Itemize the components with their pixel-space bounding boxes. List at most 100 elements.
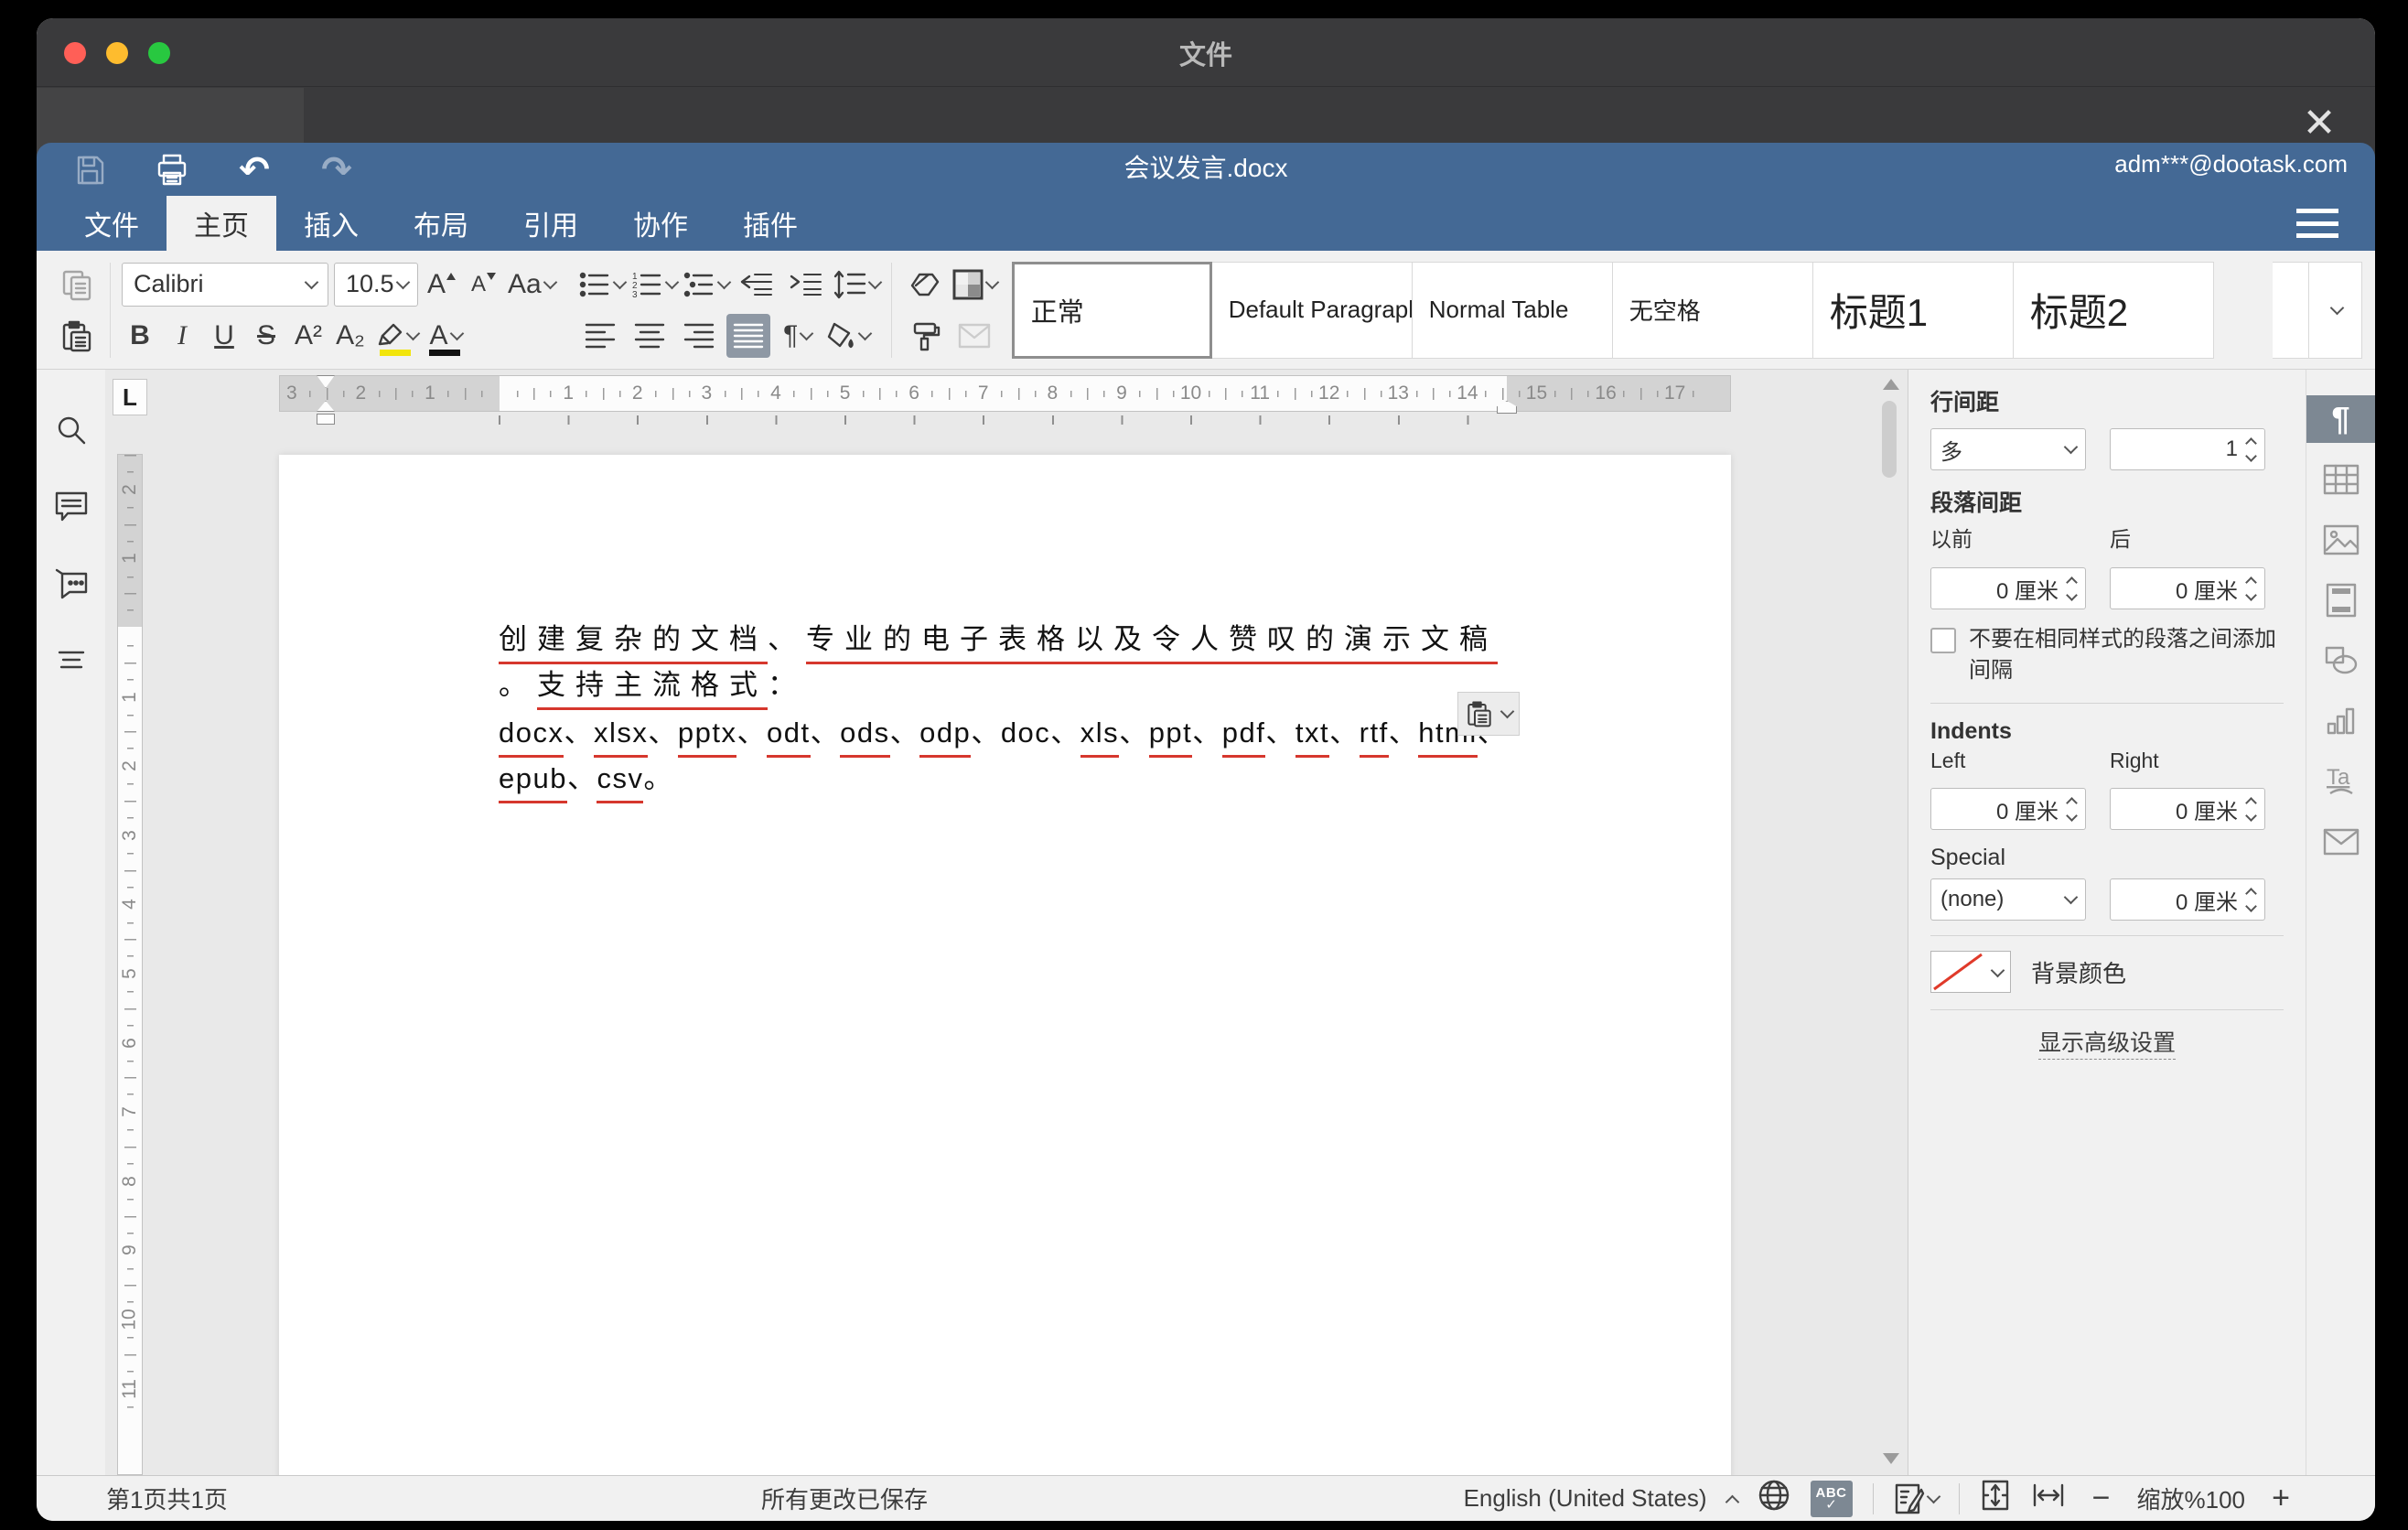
background-color-picker[interactable] — [1930, 951, 2011, 993]
special-amount-stepper[interactable]: 0 厘米 — [2110, 878, 2265, 921]
stepper-arrows[interactable] — [2247, 578, 2255, 599]
ruler-number: 3 — [118, 801, 142, 870]
zoom-out-button[interactable]: − — [2086, 1481, 2117, 1516]
strikethrough-button[interactable]: S — [248, 314, 285, 358]
chart-settings-tab[interactable] — [2306, 697, 2376, 745]
highlight-color-button[interactable] — [374, 314, 418, 358]
multilevel-list-button[interactable] — [683, 263, 729, 307]
ribbon-tab[interactable]: 文件 — [57, 196, 167, 251]
line-spacing-multiplier-stepper[interactable]: 1 — [2110, 428, 2265, 470]
bullet-list-button[interactable] — [578, 263, 625, 307]
language-selector[interactable]: English (United States) — [1464, 1484, 1707, 1513]
align-center-button[interactable] — [628, 314, 672, 358]
fit-page-icon[interactable] — [1980, 1479, 2011, 1518]
ribbon-tab[interactable]: 协作 — [606, 196, 715, 251]
style-gallery-item[interactable]: Normal Table — [1413, 262, 1613, 359]
spellcheck-toggle[interactable]: ABC ✓ — [1811, 1481, 1853, 1517]
zoom-in-button[interactable]: + — [2265, 1481, 2296, 1516]
close-icon[interactable]: ✕ — [2298, 102, 2340, 145]
page-indicator[interactable]: 第1页共1页 — [106, 1482, 228, 1515]
menu-icon[interactable] — [2296, 209, 2338, 238]
track-changes-icon[interactable] — [1894, 1482, 1939, 1515]
stepper-arrows[interactable] — [2247, 439, 2255, 460]
spacing-before-stepper[interactable]: 0 厘米 — [1930, 567, 2086, 609]
copy-icon[interactable] — [55, 263, 99, 307]
clear-style-button[interactable] — [903, 263, 947, 307]
style-gallery-item[interactable]: 正常 — [1012, 262, 1212, 359]
scrollbar-thumb[interactable] — [1882, 401, 1897, 478]
text-segment: ppt — [1149, 712, 1193, 758]
stepper-arrows[interactable] — [2068, 578, 2076, 599]
special-select[interactable]: (none) — [1930, 878, 2086, 921]
zoom-level[interactable]: 缩放%100 — [2137, 1482, 2246, 1515]
scroll-down-arrow[interactable] — [1883, 1453, 1899, 1464]
style-gallery-item[interactable]: Default Paragraph — [1212, 262, 1413, 359]
superscript-button[interactable]: A² — [290, 314, 327, 358]
fit-width-icon[interactable] — [2031, 1482, 2066, 1515]
line-spacing-button[interactable] — [833, 263, 880, 307]
align-left-button[interactable] — [578, 314, 622, 358]
image-settings-tab[interactable] — [2306, 516, 2376, 564]
ruler-number: 8 — [1018, 376, 1088, 411]
shape-settings-tab[interactable] — [2306, 637, 2376, 684]
text-art-settings-tab[interactable]: Ta — [2306, 758, 2376, 805]
indent-right-stepper[interactable]: 0 厘米 — [2110, 788, 2265, 830]
search-icon[interactable] — [51, 410, 91, 450]
change-case-button[interactable]: Aa — [508, 263, 555, 307]
paragraph-marks-button[interactable]: ¶ — [776, 314, 820, 358]
paste-options-button[interactable] — [1457, 692, 1520, 736]
font-color-button[interactable]: A — [424, 314, 468, 358]
ribbon-tab[interactable]: 插件 — [715, 196, 825, 251]
style-gallery-more-button[interactable] — [2309, 262, 2362, 359]
advanced-settings-link[interactable]: 显示高级设置 — [1930, 1025, 2284, 1058]
style-gallery-item[interactable]: 标题2 — [2014, 262, 2214, 359]
ribbon-tab[interactable]: 主页 — [167, 196, 276, 251]
decrease-indent-button[interactable] — [735, 263, 779, 307]
font-name-select[interactable]: Calibri — [122, 263, 328, 307]
table-borders-button[interactable] — [952, 263, 997, 307]
bold-button[interactable]: B — [122, 314, 158, 358]
stepper-arrows[interactable] — [2247, 799, 2255, 820]
document-text[interactable]: 创建复杂的文档、专业的电子表格以及令人赞叹的演示文稿。支持主流格式： docx、… — [499, 619, 1519, 803]
indent-left-stepper[interactable]: 0 厘米 — [1930, 788, 2086, 830]
document-page[interactable] — [279, 455, 1731, 1475]
align-right-button[interactable] — [677, 314, 721, 358]
numbered-list-button[interactable]: 123 — [630, 263, 677, 307]
mail-merge-settings-tab[interactable] — [2306, 818, 2376, 866]
left-indent-marker[interactable] — [317, 414, 335, 425]
ribbon-tab[interactable]: 插入 — [276, 196, 386, 251]
style-gallery-item[interactable]: 无空格 — [1613, 262, 1813, 359]
table-settings-tab[interactable] — [2306, 456, 2376, 503]
scroll-up-arrow[interactable] — [1883, 379, 1899, 390]
italic-button[interactable]: I — [164, 314, 200, 358]
spacing-after-stepper[interactable]: 0 厘米 — [2110, 567, 2265, 609]
subscript-button[interactable]: A₂ — [332, 314, 369, 358]
copy-style-button[interactable] — [903, 314, 947, 358]
set-language-icon[interactable] — [1758, 1479, 1790, 1518]
justify-button[interactable] — [726, 314, 770, 358]
comments-icon[interactable] — [51, 487, 91, 527]
shading-bucket-button[interactable] — [825, 314, 870, 358]
style-gallery-item[interactable]: 标题1 — [1813, 262, 2014, 359]
header-footer-settings-tab[interactable] — [2306, 576, 2376, 624]
font-size-select[interactable]: 10.5 — [334, 263, 418, 307]
tab-stop-selector[interactable]: L — [113, 379, 147, 415]
chat-icon[interactable] — [51, 564, 91, 604]
decrease-font-button[interactable]: A — [466, 263, 502, 307]
headings-icon[interactable] — [51, 641, 91, 681]
default-tab-stops — [499, 415, 1523, 425]
no-space-between-checkbox[interactable] — [1930, 628, 1956, 653]
line-spacing-select[interactable]: 多 — [1930, 428, 2086, 470]
chevron-down-icon[interactable] — [1984, 952, 2010, 992]
increase-font-button[interactable]: A — [424, 263, 460, 307]
document-scrollbar[interactable] — [1878, 373, 1902, 1470]
ribbon-tab[interactable]: 布局 — [386, 196, 496, 251]
mail-merge-icon[interactable] — [952, 314, 996, 358]
paste-icon[interactable] — [55, 314, 99, 358]
paragraph-settings-tab[interactable]: ¶ — [2306, 395, 2376, 443]
stepper-arrows[interactable] — [2068, 799, 2076, 820]
increase-indent-button[interactable] — [784, 263, 828, 307]
underline-button[interactable]: U — [206, 314, 242, 358]
stepper-arrows[interactable] — [2247, 889, 2255, 910]
ribbon-tab[interactable]: 引用 — [496, 196, 606, 251]
